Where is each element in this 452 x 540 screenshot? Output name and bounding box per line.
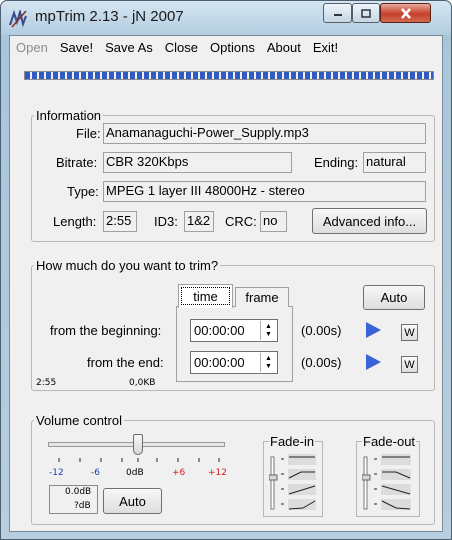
play-begin-icon[interactable] xyxy=(364,321,382,339)
begin-stepper-arrows[interactable]: ▲ ▼ xyxy=(260,321,276,340)
w-begin-button[interactable]: W xyxy=(401,324,418,341)
end-time-value: 00:00:00 xyxy=(194,355,245,370)
id3-field: 1&2 xyxy=(184,211,214,232)
trim-legend: How much do you want to trim? xyxy=(36,258,219,273)
maximize-button[interactable] xyxy=(352,3,380,23)
length-field: 2:55 xyxy=(103,211,137,232)
menu-close[interactable]: Close xyxy=(159,40,204,55)
ending-field: natural xyxy=(363,152,426,173)
crc-label: CRC: xyxy=(225,214,257,229)
menu-about[interactable]: About xyxy=(261,40,307,55)
ending-label: Ending: xyxy=(314,155,359,170)
menu-save-as[interactable]: Save As xyxy=(99,40,159,55)
w-end-button[interactable]: W xyxy=(401,356,418,373)
footer-length: 2:55 xyxy=(36,378,57,388)
type-field: MPEG 1 layer III 48000Hz - stereo xyxy=(103,181,426,202)
trim-auto-button[interactable]: Auto xyxy=(363,285,425,310)
end-time-stepper[interactable]: 00:00:00 ▲ ▼ xyxy=(190,351,278,374)
spin-up-icon[interactable]: ▲ xyxy=(265,323,272,331)
play-end-icon[interactable] xyxy=(364,353,382,371)
crc-field: no xyxy=(260,211,287,232)
w-end-label: W xyxy=(404,358,415,371)
volume-auto-button[interactable]: Auto xyxy=(103,488,162,514)
bitrate-field: CBR 320Kbps xyxy=(103,152,292,173)
menu-bar: Open Save! Save As Close Options About E… xyxy=(10,36,442,59)
end-stepper-arrows[interactable]: ▲ ▼ xyxy=(260,353,276,372)
menu-exit[interactable]: Exit! xyxy=(307,40,344,55)
length-label: Length: xyxy=(53,214,97,229)
fade-out-icon[interactable] xyxy=(362,453,416,513)
begin-time-value: 00:00:00 xyxy=(194,323,245,338)
maximize-icon xyxy=(361,8,371,18)
advanced-info-button[interactable]: Advanced info... xyxy=(312,208,427,234)
fade-in-icon[interactable] xyxy=(269,453,319,513)
spin-down-icon[interactable]: ▼ xyxy=(265,331,272,339)
begin-seconds: (0.00s) xyxy=(301,323,342,338)
volume-readout-q: ?dB xyxy=(74,501,91,511)
end-label: from the end: xyxy=(87,355,164,370)
scale-zero: 0dB xyxy=(126,468,144,478)
scale-minus-12: -12 xyxy=(49,468,64,478)
bitrate-label: Bitrate: xyxy=(56,155,98,170)
scale-plus-6: +6 xyxy=(172,468,186,478)
minimize-icon xyxy=(333,14,342,16)
scale-plus-12: +12 xyxy=(208,468,227,478)
volume-readout-db: 0.0dB xyxy=(65,487,92,497)
begin-time-stepper[interactable]: 00:00:00 ▲ ▼ xyxy=(190,319,278,342)
close-icon xyxy=(400,7,411,19)
begin-label: from the beginning: xyxy=(50,323,162,338)
menu-options[interactable]: Options xyxy=(204,40,261,55)
scale-minus-6: -6 xyxy=(91,468,100,478)
spin-up-icon[interactable]: ▲ xyxy=(265,355,272,363)
spin-down-icon[interactable]: ▼ xyxy=(265,363,272,371)
type-label: Type: xyxy=(67,184,99,199)
volume-ticks xyxy=(58,458,220,462)
volume-legend: Volume control xyxy=(36,413,122,428)
id3-label: ID3: xyxy=(154,214,178,229)
information-legend: Information xyxy=(36,108,102,123)
progress-bar xyxy=(24,71,434,80)
fade-in-label: Fade-in xyxy=(269,434,316,449)
minimize-button[interactable] xyxy=(323,3,352,23)
window-title: mpTrim 2.13 - jN 2007 xyxy=(35,8,184,25)
app-icon xyxy=(9,10,27,28)
tab-frame[interactable]: frame xyxy=(235,287,289,307)
end-seconds: (0.00s) xyxy=(301,355,342,370)
file-label: File: xyxy=(76,126,101,141)
title-bar[interactable]: mpTrim 2.13 - jN 2007 xyxy=(1,1,451,35)
file-field: Anamanaguchi-Power_Supply.mp3 xyxy=(103,123,426,144)
menu-save[interactable]: Save! xyxy=(54,40,99,55)
volume-slider-thumb[interactable] xyxy=(133,434,143,455)
close-window-button[interactable] xyxy=(380,3,431,23)
w-begin-label: W xyxy=(404,326,415,339)
footer-size: 0,0KB xyxy=(129,378,156,388)
menu-open[interactable]: Open xyxy=(10,40,54,55)
app-window: mpTrim 2.13 - jN 2007 Open Save! Save As… xyxy=(0,0,452,540)
fade-out-label: Fade-out xyxy=(362,434,417,449)
tab-time[interactable]: time xyxy=(178,284,233,308)
